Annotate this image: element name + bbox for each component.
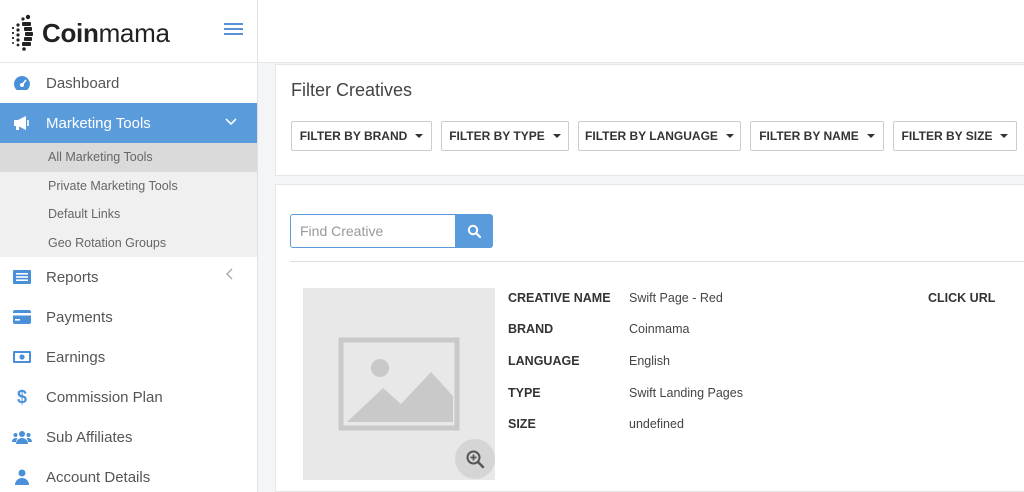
caret-down-icon bbox=[552, 134, 561, 138]
nav-account-details-label: Account Details bbox=[46, 468, 151, 486]
subnav-geo-rotation-groups[interactable]: Geo Rotation Groups bbox=[0, 229, 257, 258]
top-bar bbox=[258, 0, 1024, 63]
sidebar: Coinmama Dashboard Marketing Tools All M… bbox=[0, 0, 258, 492]
find-creative-input[interactable] bbox=[290, 214, 455, 248]
caret-down-icon bbox=[415, 134, 424, 138]
zoom-in-button[interactable] bbox=[455, 439, 495, 479]
subnav-default-links[interactable]: Default Links bbox=[0, 200, 257, 229]
filter-by-brand-button[interactable]: FILTER BY BRAND bbox=[291, 121, 432, 151]
filter-by-type-button[interactable]: FILTER BY TYPE bbox=[441, 121, 569, 151]
nav-account-details[interactable]: Account Details bbox=[0, 457, 257, 492]
nav-marketing-tools-label: Marketing Tools bbox=[46, 114, 151, 132]
money-bill-icon bbox=[12, 351, 32, 363]
nav-dashboard-label: Dashboard bbox=[46, 74, 120, 92]
filter-by-name-label: FILTER BY NAME bbox=[759, 129, 859, 143]
nav-dashboard[interactable]: Dashboard bbox=[0, 63, 257, 103]
language-label: LANGUAGE bbox=[508, 354, 580, 368]
caret-down-icon bbox=[1000, 134, 1009, 138]
size-label: SIZE bbox=[508, 417, 536, 431]
divider bbox=[290, 261, 1024, 262]
filter-panel: Filter Creatives FILTER BY BRAND FILTER … bbox=[275, 64, 1024, 176]
nav-earnings[interactable]: Earnings bbox=[0, 337, 257, 377]
filter-by-size-button[interactable]: FILTER BY SIZE bbox=[893, 121, 1017, 151]
nav-marketing-tools[interactable]: Marketing Tools bbox=[0, 103, 257, 143]
search-button[interactable] bbox=[455, 214, 493, 248]
dashboard-gauge-icon bbox=[12, 75, 32, 91]
megaphone-icon bbox=[12, 115, 32, 131]
creatives-panel: CREATIVE NAME Swift Page - Red BRAND Coi… bbox=[275, 184, 1024, 492]
filter-by-language-button[interactable]: FILTER BY LANGUAGE bbox=[578, 121, 741, 151]
chevron-left-icon bbox=[225, 267, 233, 284]
credit-card-icon bbox=[12, 310, 32, 324]
search-group bbox=[290, 214, 493, 248]
nav-sub-affiliates-label: Sub Affiliates bbox=[46, 428, 133, 446]
caret-down-icon bbox=[866, 134, 875, 138]
creative-name-value: Swift Page - Red bbox=[629, 291, 723, 305]
filter-by-size-label: FILTER BY SIZE bbox=[901, 129, 993, 143]
chevron-down-icon bbox=[225, 114, 237, 129]
brand-label: BRAND bbox=[508, 322, 554, 336]
filter-by-brand-label: FILTER BY BRAND bbox=[299, 129, 408, 143]
nav-payments[interactable]: Payments bbox=[0, 297, 257, 337]
caret-down-icon bbox=[725, 134, 734, 138]
nav-reports[interactable]: Reports bbox=[0, 257, 257, 297]
filter-by-name-button[interactable]: FILTER BY NAME bbox=[750, 121, 884, 151]
filter-title: Filter Creatives bbox=[291, 80, 413, 100]
marketing-tools-submenu: All Marketing Tools Private Marketing To… bbox=[0, 143, 257, 257]
brand-value: Coinmama bbox=[629, 322, 690, 336]
logo-bar: Coinmama bbox=[0, 0, 257, 63]
filter-by-language-label: FILTER BY LANGUAGE bbox=[585, 129, 718, 143]
nav-commission-plan-label: Commission Plan bbox=[46, 388, 163, 406]
nav-sub-affiliates[interactable]: Sub Affiliates bbox=[0, 417, 257, 457]
subnav-private-marketing-tools[interactable]: Private Marketing Tools bbox=[0, 172, 257, 201]
search-icon bbox=[467, 224, 481, 238]
dollar-icon: $ bbox=[16, 386, 27, 407]
nav-commission-plan[interactable]: $ Commission Plan bbox=[0, 377, 257, 417]
zoom-in-icon bbox=[466, 450, 485, 469]
users-icon bbox=[12, 430, 32, 444]
type-label: TYPE bbox=[508, 386, 541, 400]
creative-name-label: CREATIVE NAME bbox=[508, 291, 611, 305]
filter-by-type-label: FILTER BY TYPE bbox=[449, 129, 545, 143]
type-value: Swift Landing Pages bbox=[629, 386, 743, 400]
nav-payments-label: Payments bbox=[46, 308, 113, 326]
subnav-all-marketing-tools[interactable]: All Marketing Tools bbox=[0, 143, 257, 172]
nav-reports-label: Reports bbox=[46, 268, 99, 286]
size-value: undefined bbox=[629, 417, 684, 431]
coinmama-logo[interactable]: Coinmama bbox=[10, 14, 170, 52]
coinmama-logo-icon bbox=[11, 14, 33, 51]
user-icon bbox=[12, 469, 32, 485]
reports-list-icon bbox=[12, 270, 32, 284]
hamburger-menu-icon[interactable] bbox=[224, 23, 243, 37]
click-url-label: CLICK URL bbox=[928, 291, 996, 305]
logo-text: Coinmama bbox=[42, 17, 170, 48]
nav-earnings-label: Earnings bbox=[46, 348, 106, 366]
language-value: English bbox=[629, 354, 670, 368]
